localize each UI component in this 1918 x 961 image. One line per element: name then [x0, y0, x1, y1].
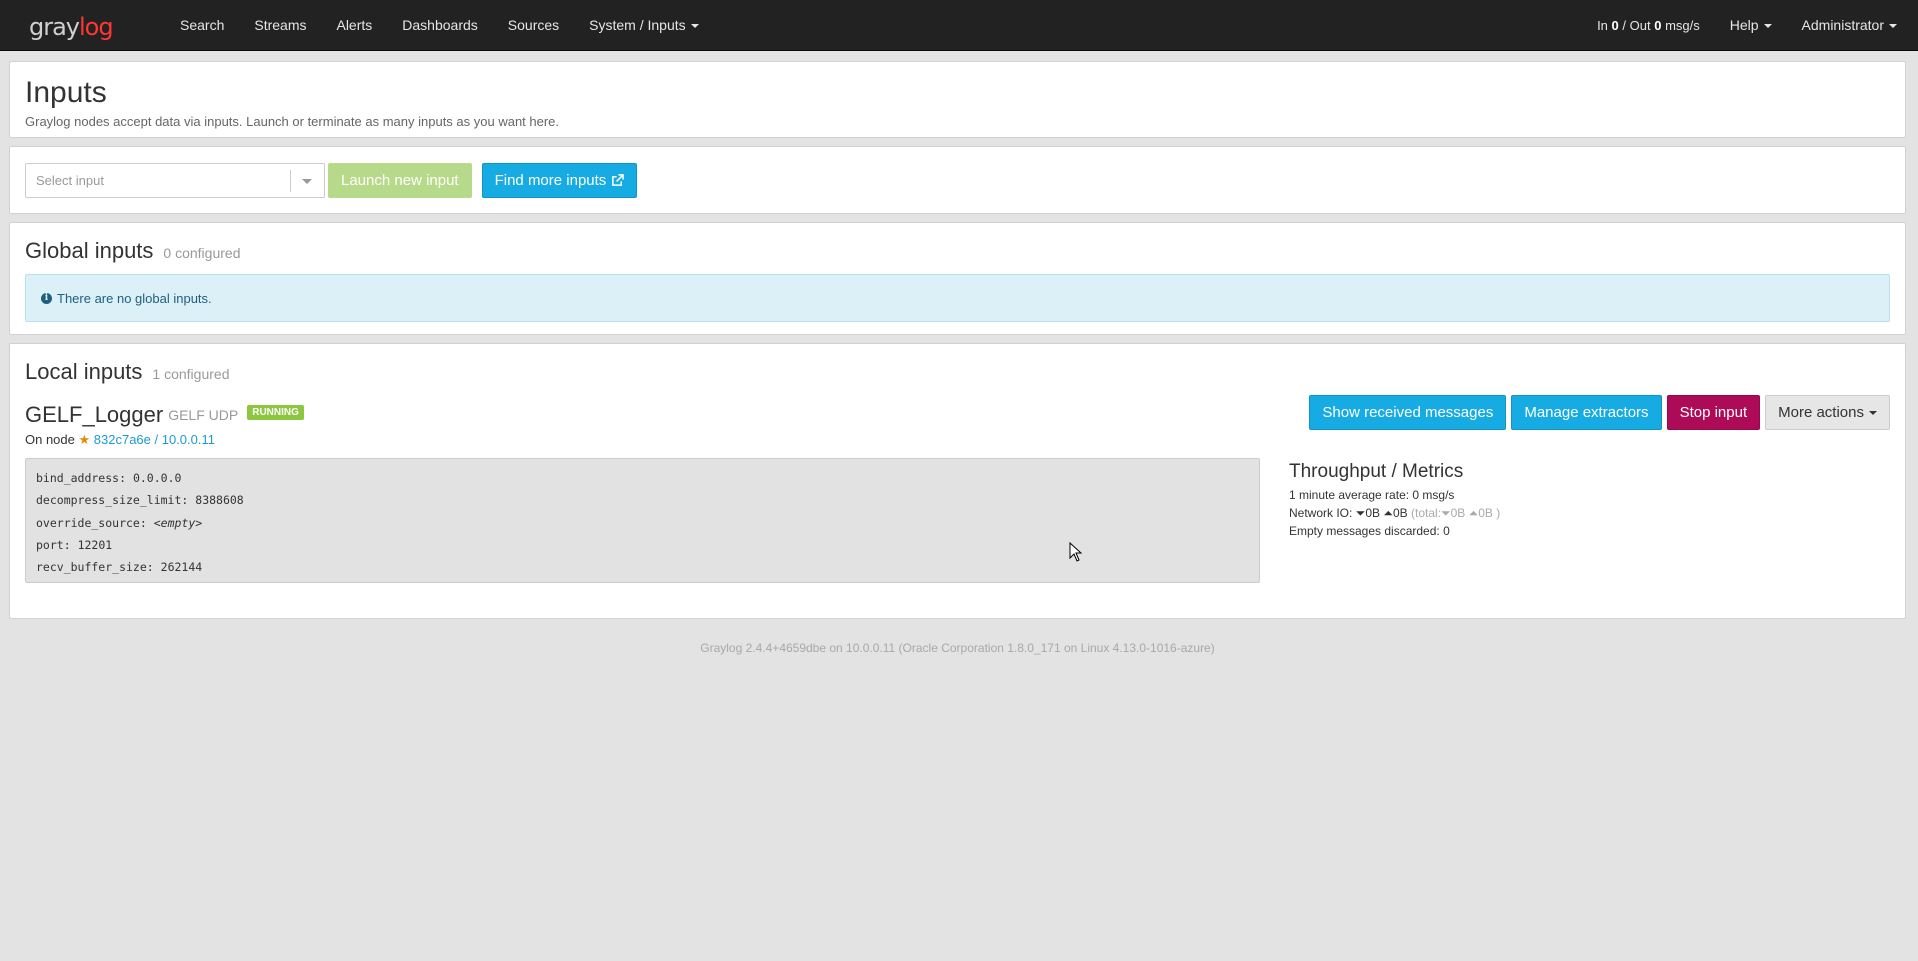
global-inputs-heading: Global inputs 0 configured	[25, 238, 1890, 264]
caret-down-icon	[1889, 23, 1897, 28]
nav-item-search[interactable]: Search	[165, 0, 239, 51]
more-actions-dropdown[interactable]: More actions	[1765, 395, 1890, 430]
config-value: <empty>	[153, 515, 203, 530]
page-description: Graylog nodes accept data via inputs. La…	[25, 114, 560, 129]
status-badge: RUNNING	[247, 405, 304, 420]
nav-system-label: System / Inputs	[589, 16, 686, 33]
select-divider	[290, 169, 291, 192]
input-configuration: bind_address: 0.0.0.0 decompress_size_li…	[25, 458, 1260, 583]
find-more-inputs-button[interactable]: Find more inputs	[481, 162, 638, 198]
metrics-network-io: Network IO: ⏷0B ⏶0B (total:⏷0B ⏶0B )	[1289, 504, 1500, 522]
throughput-out-value: 0	[1654, 17, 1662, 33]
config-line: override_source: <empty>	[36, 512, 1249, 534]
find-more-inputs-label: Find more inputs	[494, 171, 607, 189]
config-value: 0.0.0.0	[132, 471, 182, 485]
config-line: decompress_size_limit: 8388608	[36, 489, 1249, 511]
throughput-in-value: 0	[1611, 17, 1619, 33]
input-actions: Show received messages Manage extractors…	[1309, 395, 1890, 430]
input-type: GELF UDP	[168, 407, 239, 423]
launch-input-bar: Select input Launch new input Find more …	[9, 146, 1906, 214]
arrow-down-icon: ⏷	[1355, 506, 1366, 520]
network-io-label: Network IO:	[1289, 506, 1353, 520]
config-value: 12201	[77, 537, 113, 552]
graylog-logo[interactable]: gray log	[0, 0, 165, 51]
global-inputs-title: Global inputs	[25, 238, 154, 263]
network-total-label: (total:	[1410, 506, 1441, 520]
global-inputs-count: 0 configured	[163, 245, 241, 261]
local-inputs-title: Local inputs	[25, 359, 143, 384]
logo-text-log: log	[79, 12, 114, 41]
show-received-messages-button[interactable]: Show received messages	[1309, 395, 1507, 430]
nav-user-label: Administrator	[1801, 16, 1884, 33]
network-total: (total:⏷0B ⏶0B )	[1411, 506, 1500, 520]
on-node-label: On node	[25, 432, 75, 447]
config-key: port:	[36, 537, 71, 552]
config-line: recv_buffer_size: 262144	[36, 556, 1249, 578]
arrow-up-icon: ⏶	[1468, 506, 1479, 520]
local-inputs-count: 1 configured	[152, 366, 230, 382]
throughput-metrics: Throughput / Metrics 1 minute average ra…	[1289, 461, 1500, 540]
network-total-out: 0B )	[1478, 506, 1501, 520]
nav-item-system-dropdown[interactable]: System / Inputs	[574, 0, 713, 51]
config-key: override_source:	[36, 515, 147, 530]
config-line: bind_address: 0.0.0.0	[36, 467, 1249, 489]
stop-input-button[interactable]: Stop input	[1666, 395, 1761, 430]
network-in-value: 0B	[1365, 506, 1380, 520]
network-total-in: 0B	[1450, 506, 1466, 520]
nav-user-dropdown[interactable]: Administrator	[1787, 0, 1912, 51]
input-node-info: On node ★ 832c7a6e / 10.0.0.11	[25, 432, 1890, 448]
info-circle-icon: i	[41, 292, 52, 304]
star-icon: ★	[78, 432, 91, 447]
nav-help-dropdown[interactable]: Help	[1715, 0, 1787, 51]
external-link-icon	[612, 173, 625, 186]
local-inputs-heading: Local inputs 1 configured	[25, 359, 1890, 385]
page-header: Inputs Graylog nodes accept data via inp…	[9, 61, 1906, 138]
config-key: recv_buffer_size:	[36, 560, 154, 575]
caret-down-icon	[1869, 410, 1877, 415]
throughput-in-label: In	[1597, 17, 1608, 33]
config-line: port: 12201	[36, 534, 1249, 556]
node-link[interactable]: 832c7a6e / 10.0.0.11	[94, 432, 215, 447]
footer: Graylog 2.4.4+4659dbe on 10.0.0.11 (Orac…	[700, 641, 1215, 655]
metrics-title: Throughput / Metrics	[1289, 461, 1464, 482]
arrow-down-icon: ⏷	[1441, 506, 1451, 520]
nav-help-label: Help	[1729, 16, 1759, 33]
metrics-discarded: Empty messages discarded: 0	[1289, 524, 1450, 538]
config-value: 262144	[160, 560, 203, 575]
config-value: 8388608	[195, 493, 244, 508]
launch-new-input-button[interactable]: Launch new input	[328, 162, 472, 198]
mouse-cursor-icon	[1069, 542, 1083, 562]
logo-text-gray: gray	[29, 12, 80, 41]
main-content: Inputs Graylog nodes accept data via inp…	[0, 51, 1918, 655]
caret-down-icon	[1763, 23, 1772, 28]
nav-item-sources[interactable]: Sources	[493, 0, 574, 51]
nav-menu: Search Streams Alerts Dashboards Sources…	[165, 0, 714, 51]
no-global-inputs-message: There are no global inputs.	[57, 290, 212, 306]
manage-extractors-button[interactable]: Manage extractors	[1511, 395, 1662, 430]
config-key: bind_address:	[36, 471, 127, 485]
select-input-dropdown[interactable]: Select input	[25, 162, 325, 198]
network-out-value: 0B	[1392, 506, 1408, 520]
metrics-rate: 1 minute average rate: 0 msg/s	[1289, 488, 1455, 502]
select-input-placeholder: Select input	[36, 172, 104, 188]
throughput-indicator[interactable]: In 0 / Out 0 msg/s	[1582, 0, 1715, 51]
config-key: decompress_size_limit:	[36, 493, 189, 508]
more-actions-label: More actions	[1778, 404, 1864, 421]
global-inputs-section: Global inputs 0 configured i There are n…	[9, 222, 1906, 335]
no-global-inputs-alert: i There are no global inputs.	[25, 274, 1890, 322]
top-navbar: gray log Search Streams Alerts Dashboards…	[0, 0, 1918, 51]
input-name: GELF_Logger	[25, 402, 164, 427]
nav-item-streams[interactable]: Streams	[239, 0, 321, 51]
throughput-out-label: / Out	[1622, 17, 1651, 33]
page-title: Inputs	[25, 76, 107, 109]
arrow-up-icon: ⏶	[1383, 506, 1393, 520]
caret-down-icon	[690, 23, 699, 28]
nav-item-alerts[interactable]: Alerts	[321, 0, 387, 51]
nav-right: In 0 / Out 0 msg/s Help Administrator	[1582, 0, 1918, 51]
dropdown-arrow-icon[interactable]	[302, 178, 312, 184]
local-inputs-section: Local inputs 1 configured GELF_Logger GE…	[9, 343, 1906, 619]
throughput-unit: msg/s	[1665, 17, 1700, 33]
nav-item-dashboards[interactable]: Dashboards	[387, 0, 493, 51]
